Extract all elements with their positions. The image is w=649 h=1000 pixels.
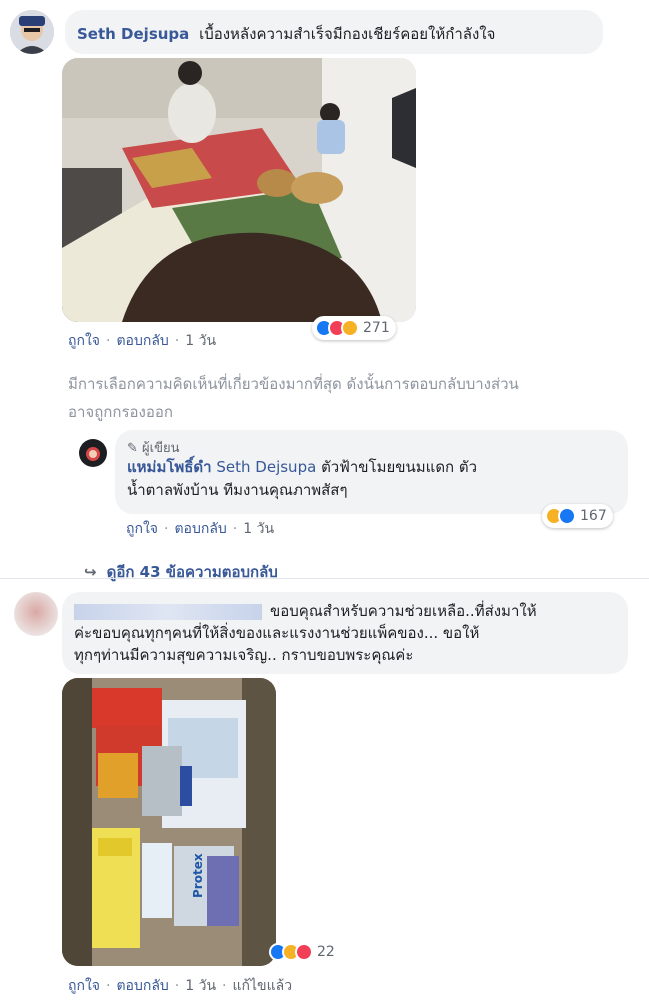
comment-text: เบื้องหลังความสำเร็จมีกองเชียร์คอยให้กำล… xyxy=(199,25,496,43)
reply-actions: ถูกใจ · ตอบกลับ · 1 วัน xyxy=(126,521,275,537)
reply-mention[interactable]: Seth Dejsupa xyxy=(216,458,316,476)
like-link[interactable]: ถูกใจ xyxy=(68,333,100,349)
comment-text-line2: ค่ะขอบคุณทุกๆคนที่ให้สิ่งของและแรงงานช่ว… xyxy=(74,624,480,642)
room-photo-image xyxy=(62,58,416,322)
comment-author[interactable]: Seth Dejsupa xyxy=(77,25,189,43)
avatar[interactable] xyxy=(14,592,58,636)
reply-text-line1: ตัวฟ้าขโมยขนมแดก ตัว xyxy=(321,458,478,476)
reaction-count: 22 xyxy=(317,944,335,960)
like-link[interactable]: ถูกใจ xyxy=(68,978,100,994)
reaction-summary[interactable]: 271 xyxy=(312,316,396,340)
reply-link[interactable]: ตอบกลับ xyxy=(174,521,226,537)
product-brand-label: Protex xyxy=(191,853,205,898)
reaction-count: 167 xyxy=(580,508,607,524)
redacted-author-name[interactable] xyxy=(74,603,262,620)
comment-photo[interactable]: Protex xyxy=(62,678,276,966)
avatar-photo-icon xyxy=(78,438,108,468)
comment-bubble: ขอบคุณสำหรับความช่วยเหลือ..ที่ส่งมาให้ ค… xyxy=(62,592,628,674)
reply-author[interactable]: แหม่มโพธิ์ดำ xyxy=(127,458,212,476)
reply-bubble: ✎ ผู้เขียน แหม่มโพธิ์ดำ Seth Dejsupa ตัว… xyxy=(115,430,628,514)
avatar-photo-icon xyxy=(10,10,54,54)
comment-bubble: Seth Dejsupa เบื้องหลังความสำเร็จมีกองเช… xyxy=(65,10,603,54)
love-reaction-icon xyxy=(295,943,313,961)
divider xyxy=(0,578,649,579)
reaction-summary[interactable]: 167 xyxy=(542,504,613,528)
timestamp-link[interactable]: 1 วัน xyxy=(243,521,274,537)
comment-text-line1: ขอบคุณสำหรับความช่วยเหลือ..ที่ส่งมาให้ xyxy=(270,602,537,620)
comment-actions: ถูกใจ · ตอบกลับ · 1 วัน xyxy=(68,333,217,349)
reply-link[interactable]: ตอบกลับ xyxy=(116,978,168,994)
avatar[interactable] xyxy=(10,10,54,54)
filter-notice-line2: อาจถูกกรองออก xyxy=(68,403,173,421)
haha-reaction-icon xyxy=(341,319,359,337)
comment-text-line3: ทุกๆท่านมีความสุขความเจริญ.. กราบขอบพระค… xyxy=(74,646,414,664)
donation-box-photo-image: Protex xyxy=(62,678,276,966)
reaction-summary[interactable]: 22 xyxy=(266,940,341,964)
reply-link[interactable]: ตอบกลับ xyxy=(116,333,168,349)
comment-actions: ถูกใจ · ตอบกลับ · 1 วัน · แก้ไขแล้ว xyxy=(68,978,293,994)
like-link[interactable]: ถูกใจ xyxy=(126,521,158,537)
pencil-icon: ✎ xyxy=(127,441,138,456)
like-reaction-icon xyxy=(558,507,576,525)
filter-notice-line1: มีการเลือกความคิดเห็นที่เกี่ยวข้องมากที่… xyxy=(68,375,519,393)
filter-notice: มีการเลือกความคิดเห็นที่เกี่ยวข้องมากที่… xyxy=(68,370,648,426)
timestamp-link[interactable]: 1 วัน xyxy=(185,978,216,994)
reply-avatar[interactable] xyxy=(78,438,108,468)
edited-label[interactable]: แก้ไขแล้ว xyxy=(233,978,293,994)
author-badge: ✎ ผู้เขียน xyxy=(127,437,616,456)
timestamp-link[interactable]: 1 วัน xyxy=(185,333,216,349)
author-badge-label: ผู้เขียน xyxy=(142,441,180,456)
comment-photo[interactable] xyxy=(62,58,416,322)
reaction-count: 271 xyxy=(363,320,390,336)
blurred-avatar-icon xyxy=(14,592,58,636)
more-replies-link[interactable]: ↪ ดูอีก 43 ข้อความตอบกลับ xyxy=(84,560,278,584)
reply-text-line2: น้ำตาลพังบ้าน ทีมงานคุณภาพสัสๆ xyxy=(127,481,348,499)
